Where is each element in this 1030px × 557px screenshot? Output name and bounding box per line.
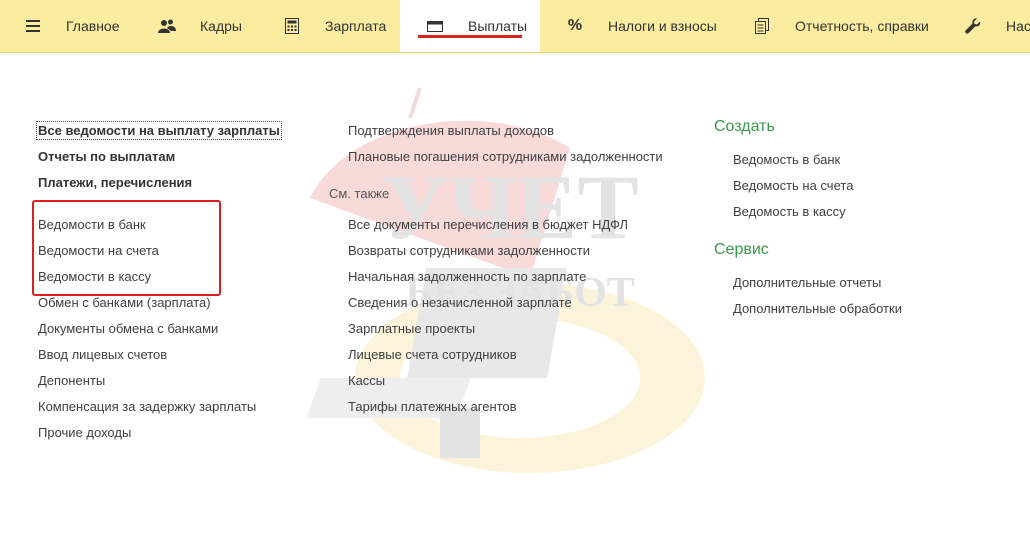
link-account-entry[interactable]: Ввод лицевых счетов	[38, 347, 167, 362]
tab-payments[interactable]: Выплаты	[400, 0, 540, 52]
link-cash-statements[interactable]: Ведомости в кассу	[38, 269, 151, 284]
tab-label: Налоги и взносы	[608, 18, 717, 34]
link-payments-transfers[interactable]: Платежи, перечисления	[38, 175, 192, 190]
link-exchange-documents[interactable]: Документы обмена с банками	[38, 321, 218, 336]
wrench-icon	[964, 17, 982, 35]
tab-salary[interactable]: Зарплата	[283, 0, 386, 52]
wallet-icon	[426, 17, 444, 35]
tab-reports[interactable]: Отчетность, справки	[753, 0, 929, 52]
active-tab-underline	[418, 35, 522, 38]
link-planned-repayments[interactable]: Плановые погашения сотрудниками задолжен…	[348, 149, 663, 164]
tab-settings[interactable]: Нас	[964, 0, 1030, 52]
link-bank-exchange[interactable]: Обмен с банками (зарплата)	[38, 295, 211, 310]
create-account-statement[interactable]: Ведомость на счета	[733, 178, 853, 193]
tab-taxes[interactable]: % Налоги и взносы	[566, 0, 717, 52]
link-account-statements[interactable]: Ведомости на счета	[38, 243, 159, 258]
tab-label: Зарплата	[325, 18, 387, 34]
tab-label: Выплаты	[468, 18, 528, 34]
link-cash-desks[interactable]: Кассы	[348, 373, 385, 388]
link-initial-debt[interactable]: Начальная задолженность по зарплате	[348, 269, 586, 284]
section-bar: Главное Кадры Зарплата Выплаты % Налоги …	[0, 0, 1030, 53]
watermark-logo: УЧЕТ БЕЗ ЗАБОТ	[306, 87, 705, 473]
link-debt-returns[interactable]: Возвраты сотрудниками задолженности	[348, 243, 590, 258]
link-delay-compensation[interactable]: Компенсация за задержку зарплаты	[38, 399, 256, 414]
tab-label: Отчетность, справки	[795, 18, 929, 34]
tab-label: Главное	[66, 18, 120, 34]
tab-label: Нас	[1006, 18, 1030, 34]
link-additional-reports[interactable]: Дополнительные отчеты	[733, 275, 881, 290]
create-section-title: Создать	[714, 118, 775, 135]
link-bank-statements[interactable]: Ведомости в банк	[38, 217, 146, 232]
tab-personnel[interactable]: Кадры	[158, 0, 242, 52]
link-payment-reports[interactable]: Отчеты по выплатам	[38, 149, 175, 164]
people-icon	[158, 17, 176, 35]
link-agent-tariffs[interactable]: Тарифы платежных агентов	[348, 399, 517, 414]
link-salary-projects[interactable]: Зарплатные проекты	[348, 321, 475, 336]
create-cash-statement[interactable]: Ведомость в кассу	[733, 204, 846, 219]
menu-icon	[24, 17, 42, 35]
tab-main[interactable]: Главное	[24, 0, 120, 52]
link-uncredited-salary[interactable]: Сведения о незачисленной зарплате	[348, 295, 572, 310]
tab-label: Кадры	[200, 18, 242, 34]
link-additional-processing[interactable]: Дополнительные обработки	[733, 301, 902, 316]
see-also-label: См. также	[329, 186, 390, 201]
service-section-title: Сервис	[714, 241, 769, 258]
percent-icon: %	[567, 17, 583, 34]
link-other-income[interactable]: Прочие доходы	[38, 425, 131, 440]
reports-icon	[753, 17, 771, 35]
link-employee-accounts[interactable]: Лицевые счета сотрудников	[348, 347, 517, 362]
link-ndfl-transfers[interactable]: Все документы перечисления в бюджет НДФЛ	[348, 217, 628, 232]
link-all-statements[interactable]: Все ведомости на выплату зарплаты	[36, 121, 282, 140]
link-deponents[interactable]: Депоненты	[38, 373, 105, 388]
create-bank-statement[interactable]: Ведомость в банк	[733, 152, 840, 167]
calculator-icon	[283, 17, 301, 35]
link-income-confirmations[interactable]: Подтверждения выплаты доходов	[348, 123, 554, 138]
